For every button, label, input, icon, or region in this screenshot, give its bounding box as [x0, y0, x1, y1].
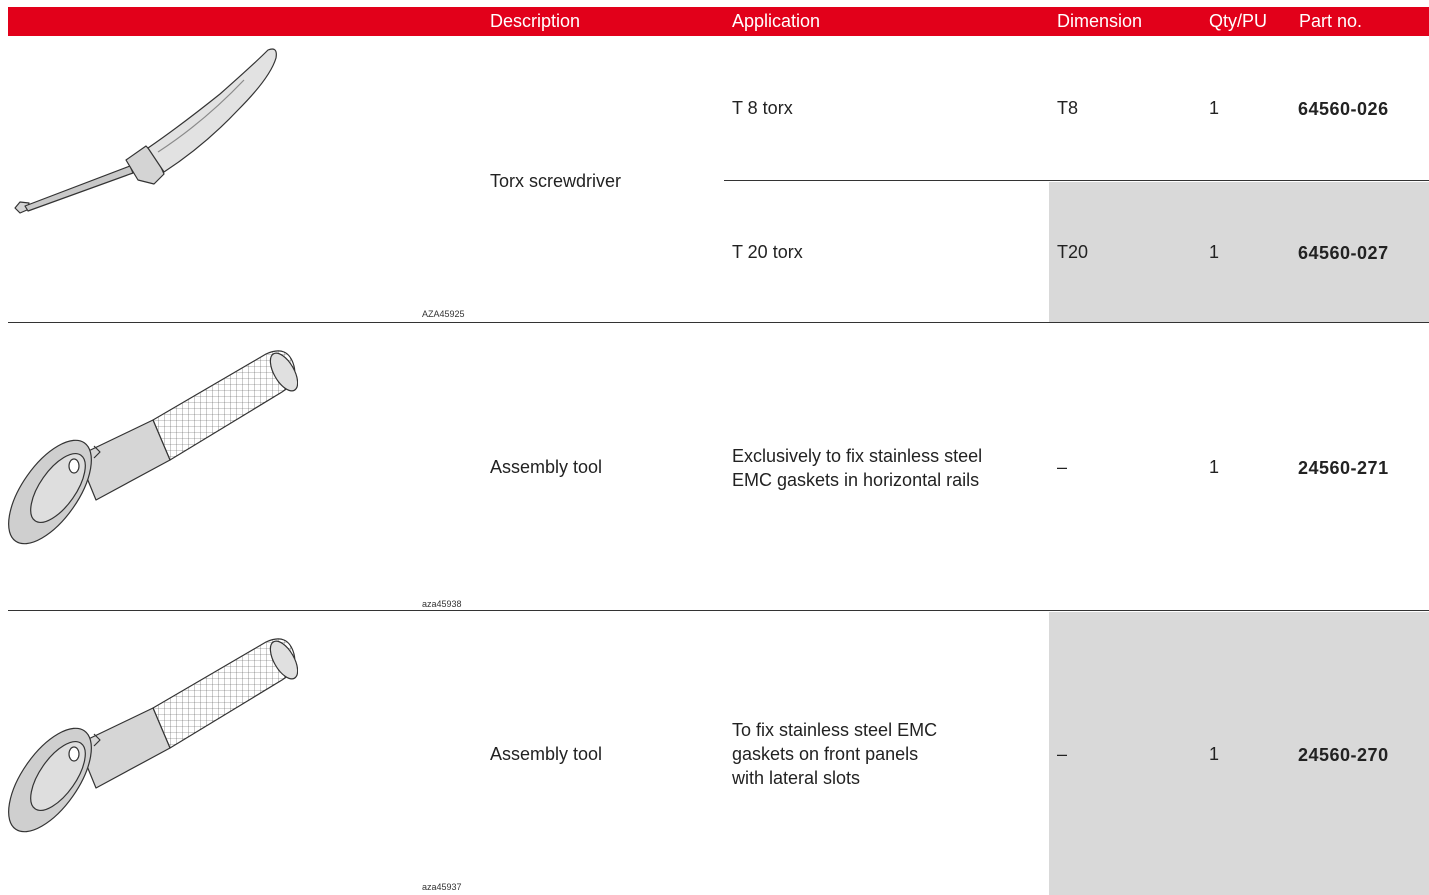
application-line: with lateral slots — [732, 768, 861, 788]
application-line: To fix stainless steel EMC — [732, 720, 938, 740]
qty-cell: 1 — [1209, 242, 1220, 262]
application-cell: To fix stainless steel EMC gaskets on fr… — [732, 718, 1032, 790]
assembly-tool-icon — [8, 350, 298, 545]
header-application: Application — [732, 11, 821, 31]
part-number-cell: 64560-027 — [1298, 243, 1389, 263]
assembly-tool-icon — [8, 638, 298, 833]
image-code: AZA45925 — [422, 309, 465, 319]
part-number-cell: 24560-270 — [1298, 745, 1389, 765]
header-qty: Qty/PU — [1209, 11, 1268, 31]
part-number-cell: 24560-271 — [1298, 458, 1389, 478]
dimension-cell: T20 — [1057, 242, 1089, 262]
application-line: gaskets on front panels — [732, 744, 919, 764]
application-line: Exclusively to fix stainless steel — [732, 446, 983, 466]
qty-cell: 1 — [1209, 98, 1220, 118]
row-divider — [8, 610, 1429, 611]
table-header: Description Application Dimension Qty/PU… — [8, 7, 1429, 36]
application-cell: T 20 torx — [732, 242, 803, 262]
application-cell: Exclusively to fix stainless steel EMC g… — [732, 444, 1032, 492]
application-line: EMC gaskets in horizontal rails — [732, 470, 980, 490]
header-description: Description — [490, 11, 581, 31]
description-cell: Assembly tool — [490, 457, 603, 477]
header-dimension: Dimension — [1057, 11, 1143, 31]
image-code: aza45938 — [422, 599, 462, 609]
description-cell: Assembly tool — [490, 744, 603, 764]
dimension-cell: – — [1057, 457, 1068, 477]
application-cell: T 8 torx — [732, 98, 793, 118]
qty-cell: 1 — [1209, 457, 1220, 477]
description-cell: Torx screwdriver — [490, 171, 622, 191]
torx-screwdriver-icon — [14, 48, 277, 214]
qty-cell: 1 — [1209, 744, 1220, 764]
dimension-cell: – — [1057, 744, 1068, 764]
header-part-no: Part no. — [1299, 11, 1363, 31]
row-divider — [8, 322, 1429, 323]
row-divider — [724, 180, 1429, 181]
image-code: aza45937 — [422, 882, 462, 892]
dimension-cell: T8 — [1057, 98, 1079, 118]
part-number-cell: 64560-026 — [1298, 99, 1389, 119]
